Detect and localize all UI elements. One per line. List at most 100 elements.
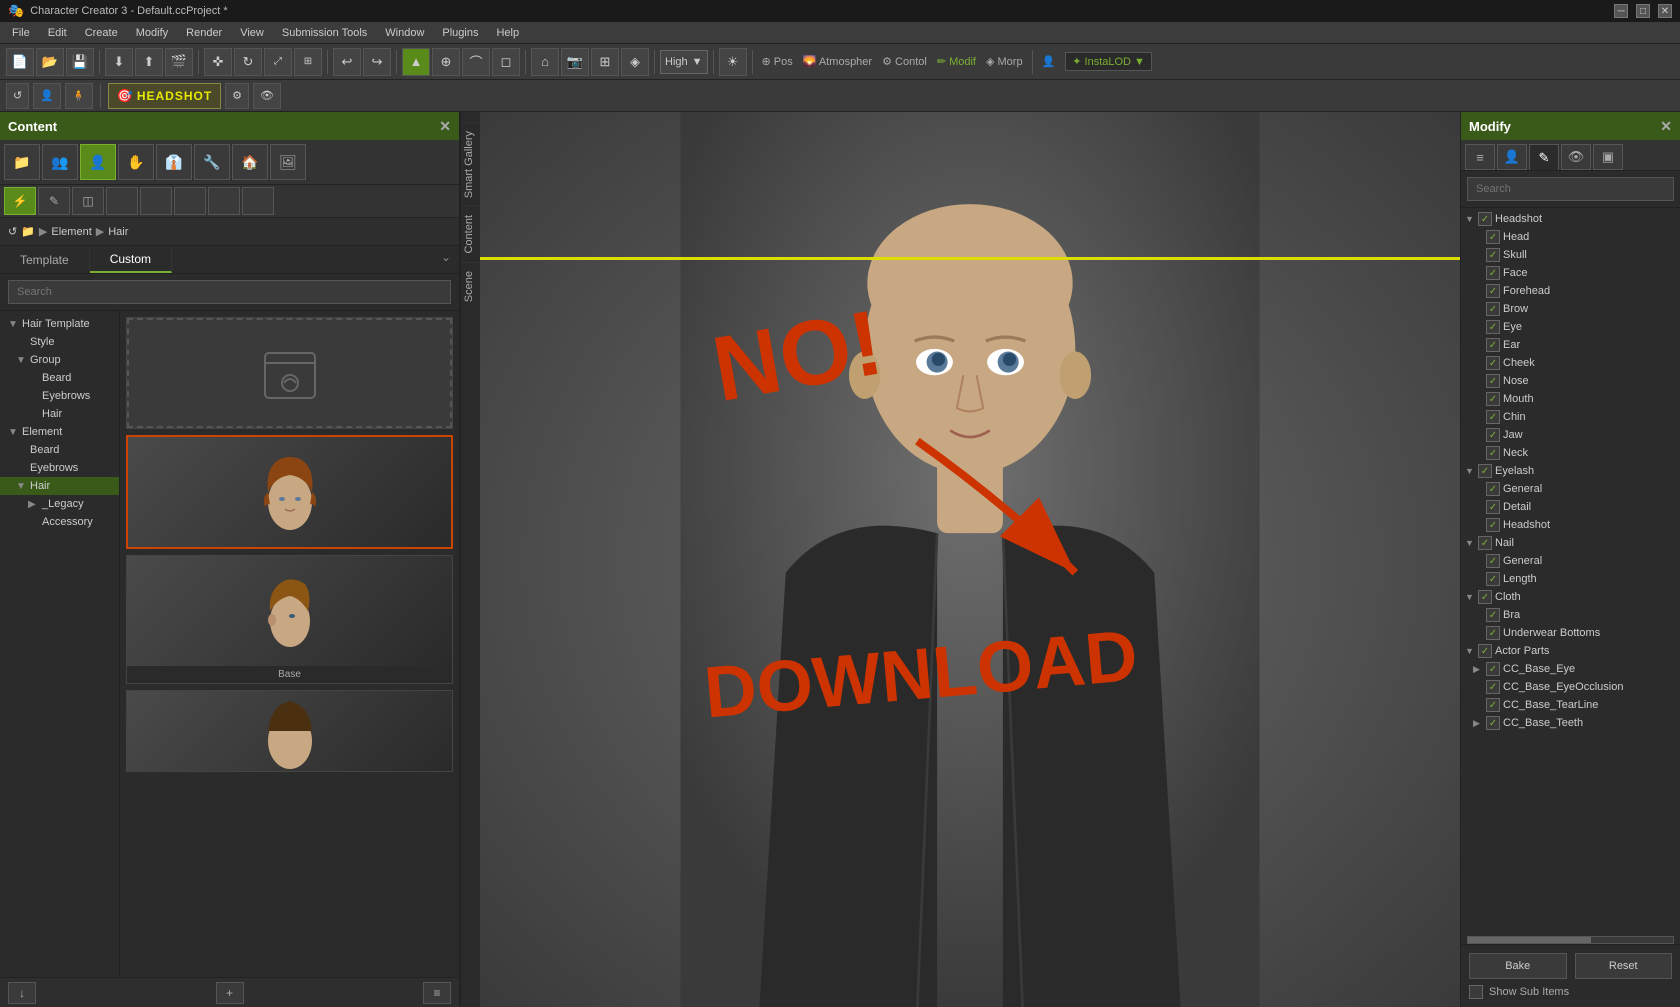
mod-item-mouth[interactable]: ✓ Mouth	[1461, 390, 1680, 408]
import-button[interactable]: ⬇	[105, 48, 133, 76]
show-sub-items-checkbox[interactable]	[1469, 985, 1483, 999]
pivot-button[interactable]: ⊕	[432, 48, 460, 76]
grid-item-hair-1[interactable]: Free	[126, 435, 453, 549]
mod-check-eye[interactable]: ✓	[1486, 320, 1500, 334]
mod-check-eyelash[interactable]: ✓	[1478, 464, 1492, 478]
mod-item-eyelash-general[interactable]: ✓ General	[1461, 480, 1680, 498]
mod-item-nail-general[interactable]: ✓ General	[1461, 552, 1680, 570]
mod-item-ear[interactable]: ✓ Ear	[1461, 336, 1680, 354]
mod-check-chin[interactable]: ✓	[1486, 410, 1500, 424]
viewport[interactable]: NO! DOWNLOAD	[480, 112, 1460, 1007]
headshot-extra-button[interactable]: 👁	[253, 83, 281, 109]
select-button[interactable]: ▲	[402, 48, 430, 76]
mod-check-cheek[interactable]: ✓	[1486, 356, 1500, 370]
tab-collapse-btn[interactable]: ⌄	[433, 246, 459, 273]
menu-edit[interactable]: Edit	[40, 25, 75, 41]
bake-button[interactable]: Bake	[1469, 953, 1567, 979]
reset-button[interactable]: Reset	[1575, 953, 1673, 979]
mod-item-bra[interactable]: ✓ Bra	[1461, 606, 1680, 624]
modify-tab-4[interactable]: 👁	[1561, 144, 1591, 170]
close-button[interactable]: ✕	[1658, 4, 1672, 18]
mod-check-cc-tearline[interactable]: ✓	[1486, 698, 1500, 712]
mod-item-underwear[interactable]: ✓ Underwear Bottoms	[1461, 624, 1680, 642]
mod-item-nose[interactable]: ✓ Nose	[1461, 372, 1680, 390]
mod-item-head[interactable]: ✓ Head	[1461, 228, 1680, 246]
side-tab-scene[interactable]: Scene	[461, 262, 480, 310]
menu-file[interactable]: File	[4, 25, 38, 41]
icon-accessories[interactable]: ✋	[118, 144, 154, 180]
new-button[interactable]: 📄	[6, 48, 34, 76]
icon-images[interactable]: 🖼	[270, 144, 306, 180]
mod-item-eyelash[interactable]: ✓ Eyelash	[1461, 462, 1680, 480]
modify-tab-3[interactable]: ✎	[1529, 144, 1559, 170]
tree-eyebrows-group[interactable]: Eyebrows	[0, 387, 119, 405]
rotate-scene-button[interactable]: ↺	[6, 83, 29, 109]
icon2-8[interactable]	[242, 187, 274, 215]
breadcrumb-element[interactable]: Element	[51, 226, 91, 238]
mod-item-cc-eyeocclusion[interactable]: ✓ CC_Base_EyeOcclusion	[1461, 678, 1680, 696]
mod-check-forehead[interactable]: ✓	[1486, 284, 1500, 298]
mod-check-actor-parts[interactable]: ✓	[1478, 644, 1492, 658]
breadcrumb-back[interactable]: ↺	[8, 225, 17, 238]
headshot-settings-button[interactable]: ⚙	[225, 83, 249, 109]
content-search-input[interactable]	[8, 280, 451, 304]
tree-beard-elem[interactable]: Beard	[0, 441, 119, 459]
mod-item-eyelash-detail[interactable]: ✓ Detail	[1461, 498, 1680, 516]
mod-item-forehead[interactable]: ✓ Forehead	[1461, 282, 1680, 300]
mod-item-jaw[interactable]: ✓ Jaw	[1461, 426, 1680, 444]
menu-window[interactable]: Window	[377, 25, 432, 41]
icon-clothing[interactable]: 👔	[156, 144, 192, 180]
object-button[interactable]: ◈	[621, 48, 649, 76]
snap-button[interactable]: ◻	[492, 48, 520, 76]
mod-item-nail[interactable]: ✓ Nail	[1461, 534, 1680, 552]
mod-check-nail[interactable]: ✓	[1478, 536, 1492, 550]
mod-item-eyelash-headshot[interactable]: ✓ Headshot	[1461, 516, 1680, 534]
mod-check-skull[interactable]: ✓	[1486, 248, 1500, 262]
headshot-button[interactable]: 🎯 HEADSHOT	[108, 83, 222, 109]
menu-create[interactable]: Create	[77, 25, 126, 41]
mod-check-face[interactable]: ✓	[1486, 266, 1500, 280]
mod-item-headshot[interactable]: ✓ Headshot	[1461, 210, 1680, 228]
menu-view[interactable]: View	[232, 25, 272, 41]
side-tab-content[interactable]: Content	[461, 206, 480, 262]
mod-check-bra[interactable]: ✓	[1486, 608, 1500, 622]
mod-check-cc-teeth[interactable]: ✓	[1486, 716, 1500, 730]
mod-item-cc-eye[interactable]: ✓ CC_Base_Eye	[1461, 660, 1680, 678]
mod-check-eyelash-general[interactable]: ✓	[1486, 482, 1500, 496]
grid-item-hair-3[interactable]: Free	[126, 690, 453, 772]
options-btn[interactable]: ≡	[423, 982, 451, 1004]
mod-item-face[interactable]: ✓ Face	[1461, 264, 1680, 282]
icon-props[interactable]: 🔧	[194, 144, 230, 180]
menu-plugins[interactable]: Plugins	[434, 25, 486, 41]
mod-check-nose[interactable]: ✓	[1486, 374, 1500, 388]
maximize-button[interactable]: □	[1636, 4, 1650, 18]
mod-check-cc-eye[interactable]: ✓	[1486, 662, 1500, 676]
menu-submission-tools[interactable]: Submission Tools	[274, 25, 375, 41]
side-tab-smart-gallery[interactable]: Smart Gallery	[461, 122, 480, 206]
mod-check-underwear[interactable]: ✓	[1486, 626, 1500, 640]
mod-check-headshot[interactable]: ✓	[1478, 212, 1492, 226]
mod-item-cc-teeth[interactable]: ✓ CC_Base_Teeth	[1461, 714, 1680, 732]
instalod-button[interactable]: ✦ InstaLOD ▼	[1065, 52, 1152, 71]
model-button[interactable]: 🧍	[65, 83, 93, 109]
icon-hair[interactable]: 👤	[80, 144, 116, 180]
icon2-3[interactable]: ◫	[72, 187, 104, 215]
mod-item-eye[interactable]: ✓ Eye	[1461, 318, 1680, 336]
modify-tab-5[interactable]: ▣	[1593, 144, 1623, 170]
tree-legacy[interactable]: _Legacy	[0, 495, 119, 513]
grid-button[interactable]: ⊞	[591, 48, 619, 76]
mod-item-cheek[interactable]: ✓ Cheek	[1461, 354, 1680, 372]
mod-check-nail-length[interactable]: ✓	[1486, 572, 1500, 586]
mod-check-neck[interactable]: ✓	[1486, 446, 1500, 460]
mod-check-mouth[interactable]: ✓	[1486, 392, 1500, 406]
undo-button[interactable]: ↩	[333, 48, 361, 76]
mod-check-brow[interactable]: ✓	[1486, 302, 1500, 316]
menu-help[interactable]: Help	[488, 25, 527, 41]
tree-eyebrows-elem[interactable]: Eyebrows	[0, 459, 119, 477]
icon-characters[interactable]: 👥	[42, 144, 78, 180]
icon2-7[interactable]	[208, 187, 240, 215]
add-btn[interactable]: +	[216, 982, 244, 1004]
tree-hair-template[interactable]: Hair Template	[0, 315, 119, 333]
icon-folder[interactable]: 📁	[4, 144, 40, 180]
menu-render[interactable]: Render	[178, 25, 230, 41]
